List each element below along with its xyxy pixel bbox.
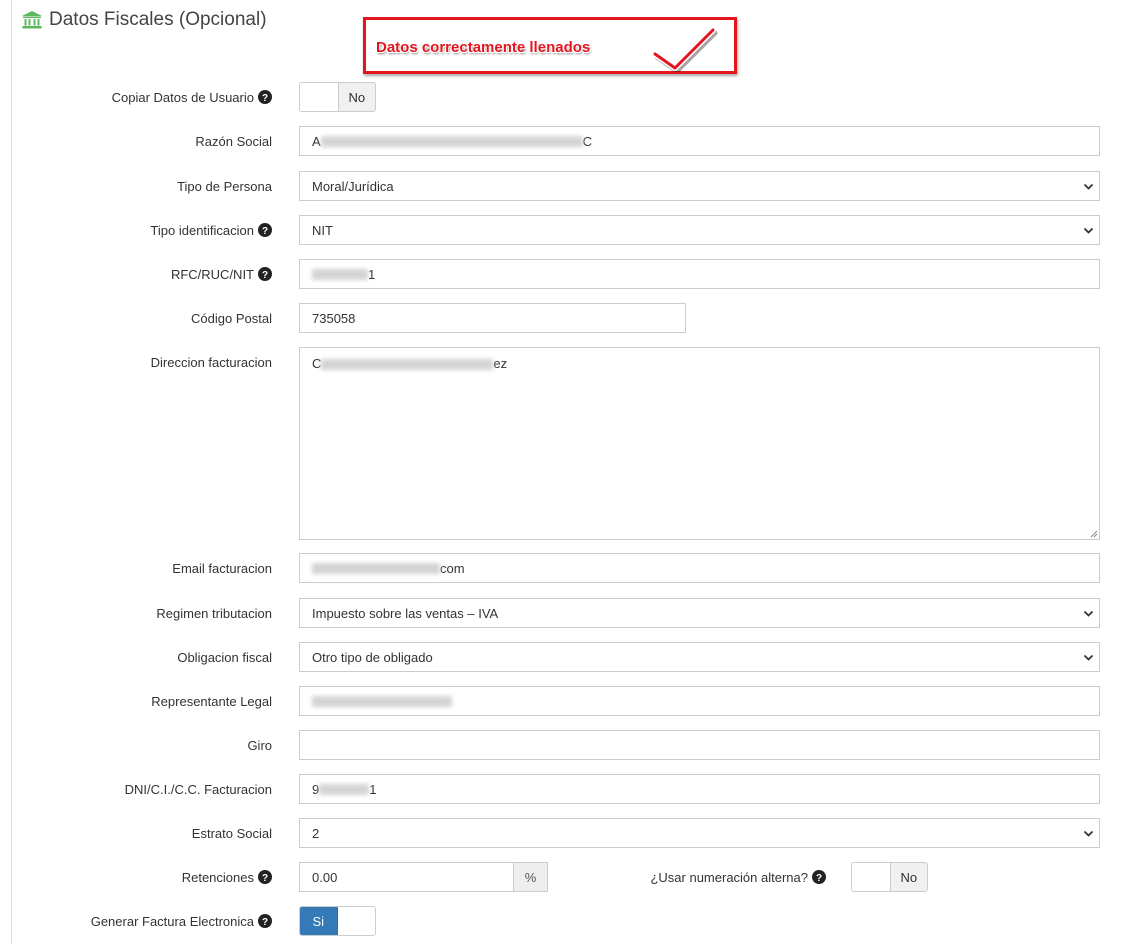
value-end: com [440, 560, 465, 576]
checkmark-icon [652, 27, 718, 72]
success-callout: Datos correctamente llenados [363, 17, 737, 74]
selected-value: Moral/Jurídica [312, 178, 394, 194]
selected-value: NIT [312, 222, 333, 238]
value-start: C [312, 356, 322, 371]
label-tipo-identificacion: Tipo identificacion ? [150, 215, 272, 245]
svg-text:?: ? [262, 226, 268, 237]
toggle-state: No [337, 83, 375, 111]
label-email: Email facturacion [172, 560, 272, 576]
help-icon[interactable]: ? [812, 870, 826, 884]
obligacion-select[interactable]: Otro tipo de obligado [299, 642, 1100, 672]
resize-grip-icon[interactable] [1088, 528, 1098, 538]
redacted-text [321, 359, 494, 371]
selected-value: Impuesto sobre las ventas – IVA [312, 605, 499, 621]
svg-text:?: ? [262, 270, 268, 281]
value-end: 1 [369, 781, 377, 797]
callout-text: Datos correctamente llenados [376, 39, 591, 56]
label-factura-electronica: Generar Factura Electronica ? [91, 906, 272, 936]
codigo-postal-input[interactable]: 735058 [299, 303, 686, 333]
section-title: Datos Fiscales (Opcional) [49, 9, 267, 30]
email-input[interactable]: com [299, 553, 1100, 583]
label-obligacion: Obligacion fiscal [177, 649, 272, 665]
redacted-text [312, 695, 452, 707]
numeracion-alterna-toggle[interactable]: No [851, 862, 928, 892]
label-tipo-persona: Tipo de Persona [177, 178, 272, 194]
bank-icon [22, 11, 42, 29]
label-retenciones: Retenciones ? [182, 862, 272, 892]
svg-text:?: ? [262, 93, 268, 104]
chevron-down-icon [1083, 654, 1094, 661]
representante-input[interactable] [299, 686, 1100, 716]
label-numeracion-alterna: ¿Usar numeración alterna? ? [560, 862, 826, 892]
chevron-down-icon [1083, 183, 1094, 190]
label-razon-social: Razón Social [195, 133, 272, 149]
toggle-state: Si [300, 907, 338, 935]
help-icon[interactable]: ? [258, 914, 272, 928]
svg-text:?: ? [262, 917, 268, 928]
retenciones-input[interactable]: 0.00 [299, 862, 514, 892]
factura-electronica-toggle[interactable]: Si [299, 906, 376, 936]
label-dni: DNI/C.I./C.C. Facturacion [124, 781, 272, 797]
label-representante: Representante Legal [151, 693, 272, 709]
help-icon[interactable]: ? [258, 223, 272, 237]
label-giro: Giro [247, 737, 272, 753]
help-icon[interactable]: ? [258, 90, 272, 104]
chevron-down-icon [1083, 830, 1094, 837]
value-start: 9 [312, 781, 320, 797]
svg-text:?: ? [262, 873, 268, 884]
svg-text:?: ? [816, 873, 822, 884]
estrato-select[interactable]: 2 [299, 818, 1100, 848]
label-estrato: Estrato Social [191, 825, 272, 841]
razon-social-input[interactable]: A C [299, 126, 1100, 156]
value-start: A [312, 133, 321, 149]
toggle-knob [337, 907, 375, 935]
toggle-knob [300, 83, 338, 111]
regimen-select[interactable]: Impuesto sobre las ventas – IVA [299, 598, 1100, 628]
rfc-input[interactable]: 1 [299, 259, 1100, 289]
redacted-text [320, 135, 583, 147]
redacted-text [319, 783, 370, 795]
tipo-identificacion-select[interactable]: NIT [299, 215, 1100, 245]
value-end: C [582, 133, 593, 149]
label-regimen: Regimen tributacion [156, 605, 272, 621]
chevron-down-icon [1083, 610, 1094, 617]
help-icon[interactable]: ? [258, 267, 272, 281]
value-end: 1 [368, 266, 376, 282]
panel-border [11, 0, 12, 944]
tipo-persona-select[interactable]: Moral/Jurídica [299, 171, 1100, 201]
redacted-text [312, 268, 368, 280]
section-header: Datos Fiscales (Opcional) [22, 7, 267, 33]
redacted-text [312, 562, 440, 574]
value-end: ez [493, 356, 508, 371]
copiar-datos-toggle[interactable]: No [299, 82, 376, 112]
chevron-down-icon [1083, 227, 1094, 234]
label-codigo-postal: Código Postal [191, 310, 272, 326]
help-icon[interactable]: ? [258, 870, 272, 884]
retenciones-value: 0.00 [312, 869, 338, 885]
direccion-textarea[interactable]: Cez [299, 347, 1100, 540]
selected-value: 2 [312, 825, 320, 841]
toggle-knob [852, 863, 890, 891]
label-rfc: RFC/RUC/NIT ? [171, 259, 272, 289]
percent-addon: % [514, 862, 548, 892]
label-copiar-datos: Copiar Datos de Usuario ? [112, 82, 272, 112]
selected-value: Otro tipo de obligado [312, 649, 433, 665]
dni-input[interactable]: 9 1 [299, 774, 1100, 804]
giro-input[interactable] [299, 730, 1100, 760]
label-direccion: Direccion facturacion [150, 354, 272, 370]
toggle-state: No [889, 863, 927, 891]
codigo-postal-value: 735058 [312, 310, 356, 326]
